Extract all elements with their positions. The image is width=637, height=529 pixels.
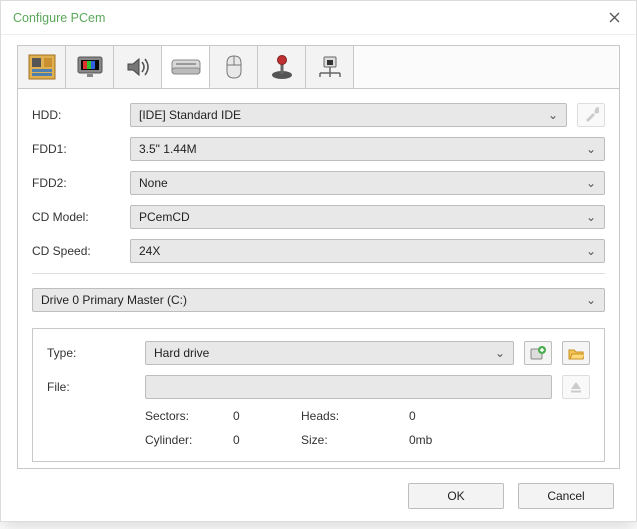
- tab-strip: [17, 45, 620, 89]
- motherboard-tab[interactable]: [18, 46, 66, 88]
- size-label: Size:: [301, 433, 401, 447]
- chevron-down-icon: ⌄: [548, 108, 558, 122]
- ok-button[interactable]: OK: [408, 483, 504, 509]
- chevron-down-icon: ⌄: [586, 210, 596, 224]
- dialog-window: Configure PCem: [0, 0, 637, 522]
- content-area: HDD: [IDE] Standard IDE ⌄ FDD1: 3.5" 1.4…: [1, 35, 636, 529]
- drive-slot-value: Drive 0 Primary Master (C:): [41, 293, 187, 307]
- hdd-icon: [171, 56, 201, 78]
- network-tab[interactable]: [306, 46, 354, 88]
- window-title: Configure PCem: [13, 11, 105, 25]
- hdd-label: HDD:: [32, 108, 120, 122]
- monitor-icon: [76, 54, 104, 80]
- new-image-button[interactable]: [524, 341, 552, 365]
- mouse-icon: [223, 54, 245, 80]
- network-icon: [317, 54, 343, 80]
- cylinder-label: Cylinder:: [145, 433, 225, 447]
- cancel-button[interactable]: Cancel: [518, 483, 614, 509]
- joystick-tab[interactable]: [258, 46, 306, 88]
- hdd-config-button[interactable]: [577, 103, 605, 127]
- drives-panel: HDD: [IDE] Standard IDE ⌄ FDD1: 3.5" 1.4…: [17, 89, 620, 469]
- drive-detail-panel: Type: Hard drive ⌄: [32, 328, 605, 462]
- cd-model-label: CD Model:: [32, 210, 120, 224]
- joystick-icon: [270, 54, 294, 80]
- type-value: Hard drive: [154, 346, 209, 360]
- size-value: 0mb: [409, 433, 489, 447]
- new-disk-icon: [530, 346, 546, 360]
- chevron-down-icon: ⌄: [586, 176, 596, 190]
- drive-slot-select[interactable]: Drive 0 Primary Master (C:) ⌄: [32, 288, 605, 312]
- fdd1-value: 3.5" 1.44M: [139, 142, 197, 156]
- sectors-value: 0: [233, 409, 293, 423]
- cd-speed-value: 24X: [139, 244, 160, 258]
- open-image-button[interactable]: [562, 341, 590, 365]
- drives-tab[interactable]: [162, 46, 210, 88]
- fdd1-label: FDD1:: [32, 142, 120, 156]
- cancel-label: Cancel: [547, 489, 584, 503]
- fdd2-select[interactable]: None ⌄: [130, 171, 605, 195]
- chevron-down-icon: ⌄: [586, 142, 596, 156]
- chevron-down-icon: ⌄: [586, 244, 596, 258]
- fdd2-label: FDD2:: [32, 176, 120, 190]
- fdd2-value: None: [139, 176, 168, 190]
- dialog-footer: OK Cancel: [17, 469, 620, 517]
- window-buttons: [592, 1, 636, 35]
- eject-button[interactable]: [562, 375, 590, 399]
- type-label: Type:: [47, 346, 135, 360]
- wrench-icon: [583, 107, 599, 123]
- geometry-readout: Sectors: 0 Heads: 0 Cylinder: 0 Size: 0m…: [145, 409, 590, 447]
- chevron-down-icon: ⌄: [495, 346, 505, 360]
- hdd-select[interactable]: [IDE] Standard IDE ⌄: [130, 103, 567, 127]
- ok-label: OK: [447, 489, 464, 503]
- titlebar: Configure PCem: [1, 1, 636, 35]
- cylinder-value: 0: [233, 433, 293, 447]
- hdd-value: [IDE] Standard IDE: [139, 108, 241, 122]
- sound-tab[interactable]: [114, 46, 162, 88]
- speaker-icon: [124, 54, 152, 80]
- file-input[interactable]: [145, 375, 552, 399]
- folder-open-icon: [568, 346, 584, 360]
- heads-label: Heads:: [301, 409, 401, 423]
- chevron-down-icon: ⌄: [586, 293, 596, 307]
- close-button[interactable]: [592, 1, 636, 35]
- fdd1-select[interactable]: 3.5" 1.44M ⌄: [130, 137, 605, 161]
- file-label: File:: [47, 380, 135, 394]
- cd-speed-select[interactable]: 24X ⌄: [130, 239, 605, 263]
- heads-value: 0: [409, 409, 489, 423]
- display-tab[interactable]: [66, 46, 114, 88]
- close-icon: [609, 12, 620, 23]
- divider: [32, 273, 605, 274]
- sectors-label: Sectors:: [145, 409, 225, 423]
- cd-model-select[interactable]: PCemCD ⌄: [130, 205, 605, 229]
- cd-model-value: PCemCD: [139, 210, 190, 224]
- motherboard-icon: [28, 54, 56, 80]
- cd-speed-label: CD Speed:: [32, 244, 120, 258]
- mouse-tab[interactable]: [210, 46, 258, 88]
- eject-icon: [569, 380, 583, 394]
- type-select[interactable]: Hard drive ⌄: [145, 341, 514, 365]
